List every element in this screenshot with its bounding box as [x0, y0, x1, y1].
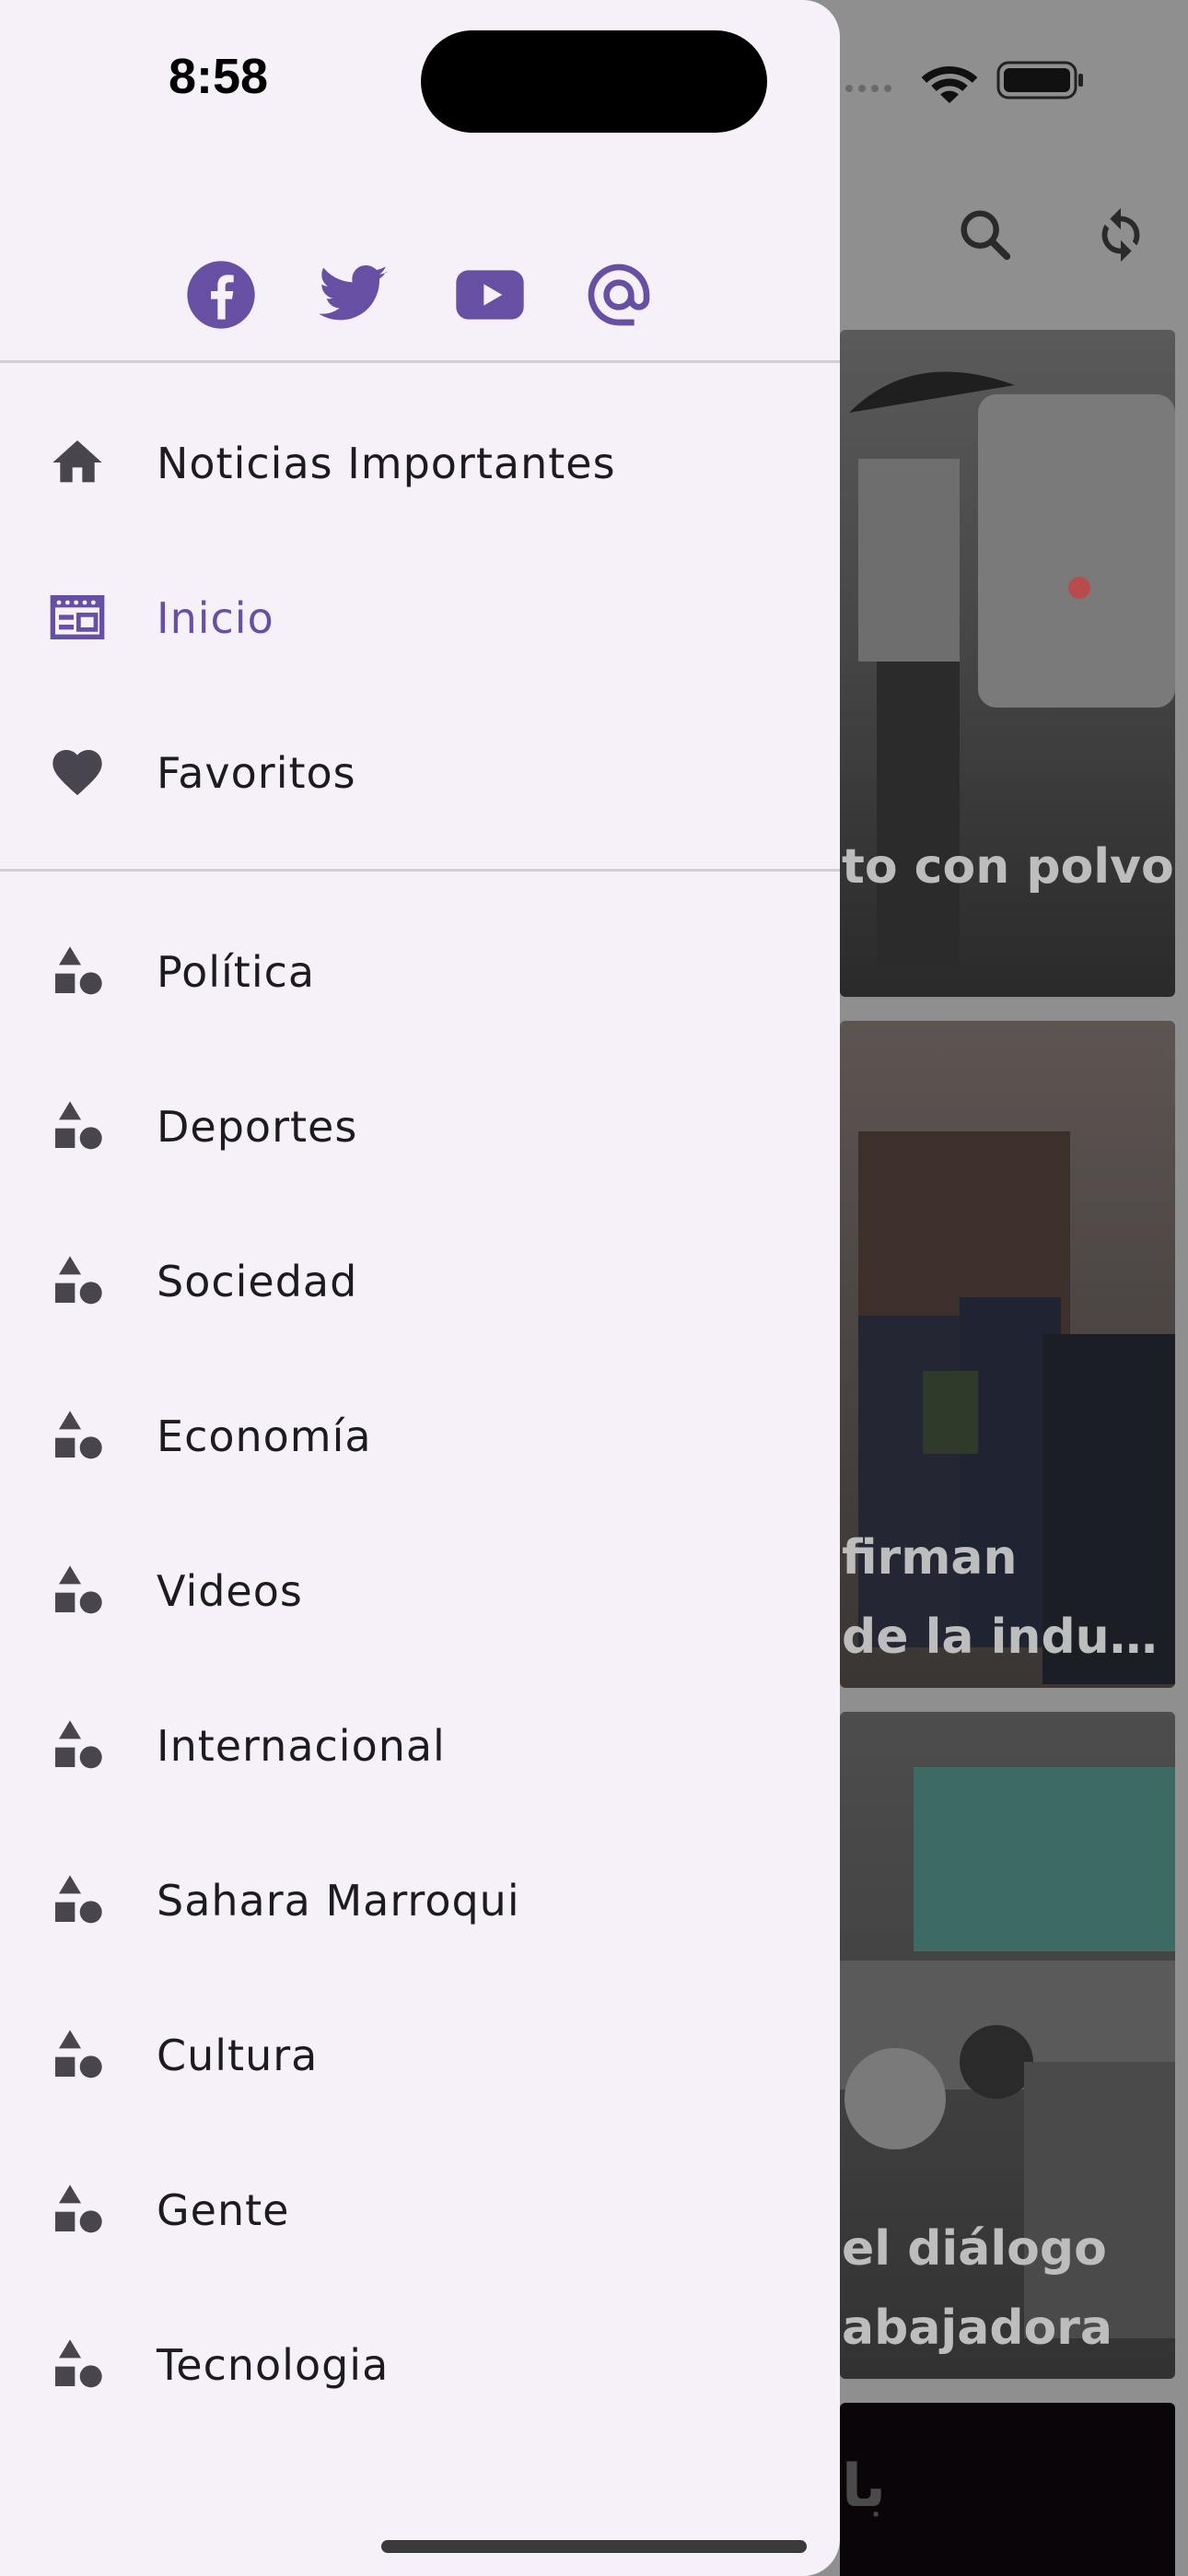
- drawer-item-sahara-marroqui[interactable]: Sahara Marroqui: [0, 1835, 840, 1964]
- status-time: 8:58: [169, 49, 269, 104]
- category-icon: [55, 1875, 102, 1924]
- news-title: abajadora: [842, 2301, 1112, 2356]
- news-title: to con polvo: [842, 839, 1174, 895]
- battery-icon: [996, 61, 1083, 100]
- drawer-item-label: Sociedad: [157, 1257, 358, 1306]
- social-links-row: [0, 258, 840, 332]
- drawer-item-label: Internacional: [157, 1721, 446, 1771]
- category-icon: [55, 946, 102, 995]
- drawer-item-cultura[interactable]: Cultura: [0, 1990, 840, 2119]
- drawer-item-gente[interactable]: Gente: [0, 2145, 840, 2274]
- news-card[interactable]: با: [840, 2403, 1175, 2576]
- news-title: el diálogo: [842, 2221, 1107, 2277]
- category-icon: [55, 2030, 102, 2078]
- drawer-divider: [0, 869, 840, 872]
- refresh-icon[interactable]: [1089, 203, 1153, 267]
- drawer-item-inicio[interactable]: Inicio: [0, 553, 840, 682]
- drawer-item-label: Noticias Importantes: [157, 439, 616, 488]
- newspaper-icon: [50, 595, 105, 639]
- drawer-item-label: Política: [157, 947, 316, 997]
- heart-icon: [52, 750, 102, 796]
- category-icon: [55, 2339, 102, 2388]
- drawer-item-label: Tecnologia: [157, 2340, 390, 2390]
- drawer-item-label: Gente: [157, 2185, 290, 2235]
- dynamic-island: [421, 30, 767, 133]
- news-card[interactable]: el diálogo abajadora: [840, 1712, 1175, 2379]
- category-icon: [55, 1411, 102, 1459]
- wifi-icon: [921, 66, 978, 103]
- drawer-divider: [0, 360, 840, 363]
- drawer-item-economia[interactable]: Economía: [0, 1371, 840, 1500]
- drawer-item-label: Inicio: [157, 593, 274, 643]
- category-icon: [55, 2184, 102, 2233]
- drawer-item-label: Videos: [157, 1566, 303, 1616]
- category-icon: [55, 1720, 102, 1769]
- news-card[interactable]: firman de la indus…: [840, 1021, 1175, 1688]
- drawer-item-videos[interactable]: Videos: [0, 1526, 840, 1655]
- category-icon: [55, 1565, 102, 1614]
- drawer-item-tecnologia[interactable]: Tecnologia: [0, 2300, 840, 2429]
- category-icon: [55, 1101, 102, 1150]
- category-icon: [55, 1256, 102, 1305]
- drawer-item-politica[interactable]: Política: [0, 907, 840, 1036]
- drawer-item-label: Favoritos: [157, 748, 356, 798]
- drawer-item-label: Deportes: [157, 1102, 358, 1152]
- email-at-icon[interactable]: [582, 258, 656, 332]
- news-title: de la indus…: [842, 1610, 1175, 1665]
- drawer-item-sociedad[interactable]: Sociedad: [0, 1216, 840, 1345]
- drawer-item-noticias-importantes[interactable]: Noticias Importantes: [0, 398, 840, 527]
- drawer-item-label: Economía: [157, 1411, 372, 1461]
- drawer-item-deportes[interactable]: Deportes: [0, 1061, 840, 1190]
- cellular-signal-icon: [845, 85, 891, 92]
- home-indicator[interactable]: [381, 2540, 807, 2553]
- navigation-drawer: Noticias Importantes Inicio Favoritos Po…: [0, 0, 840, 2576]
- news-title: با: [842, 2453, 887, 2521]
- facebook-icon[interactable]: [184, 258, 258, 332]
- news-card[interactable]: to con polvo: [840, 330, 1175, 997]
- drawer-item-label: Cultura: [157, 2031, 319, 2080]
- twitter-icon[interactable]: [317, 258, 390, 332]
- home-icon: [52, 440, 102, 483]
- drawer-item-internacional[interactable]: Internacional: [0, 1680, 840, 1809]
- youtube-icon[interactable]: [453, 258, 527, 332]
- drawer-item-label: Sahara Marroqui: [157, 1876, 520, 1926]
- news-title: firman: [842, 1530, 1018, 1586]
- drawer-item-favoritos[interactable]: Favoritos: [0, 708, 840, 837]
- search-icon[interactable]: [953, 203, 1018, 267]
